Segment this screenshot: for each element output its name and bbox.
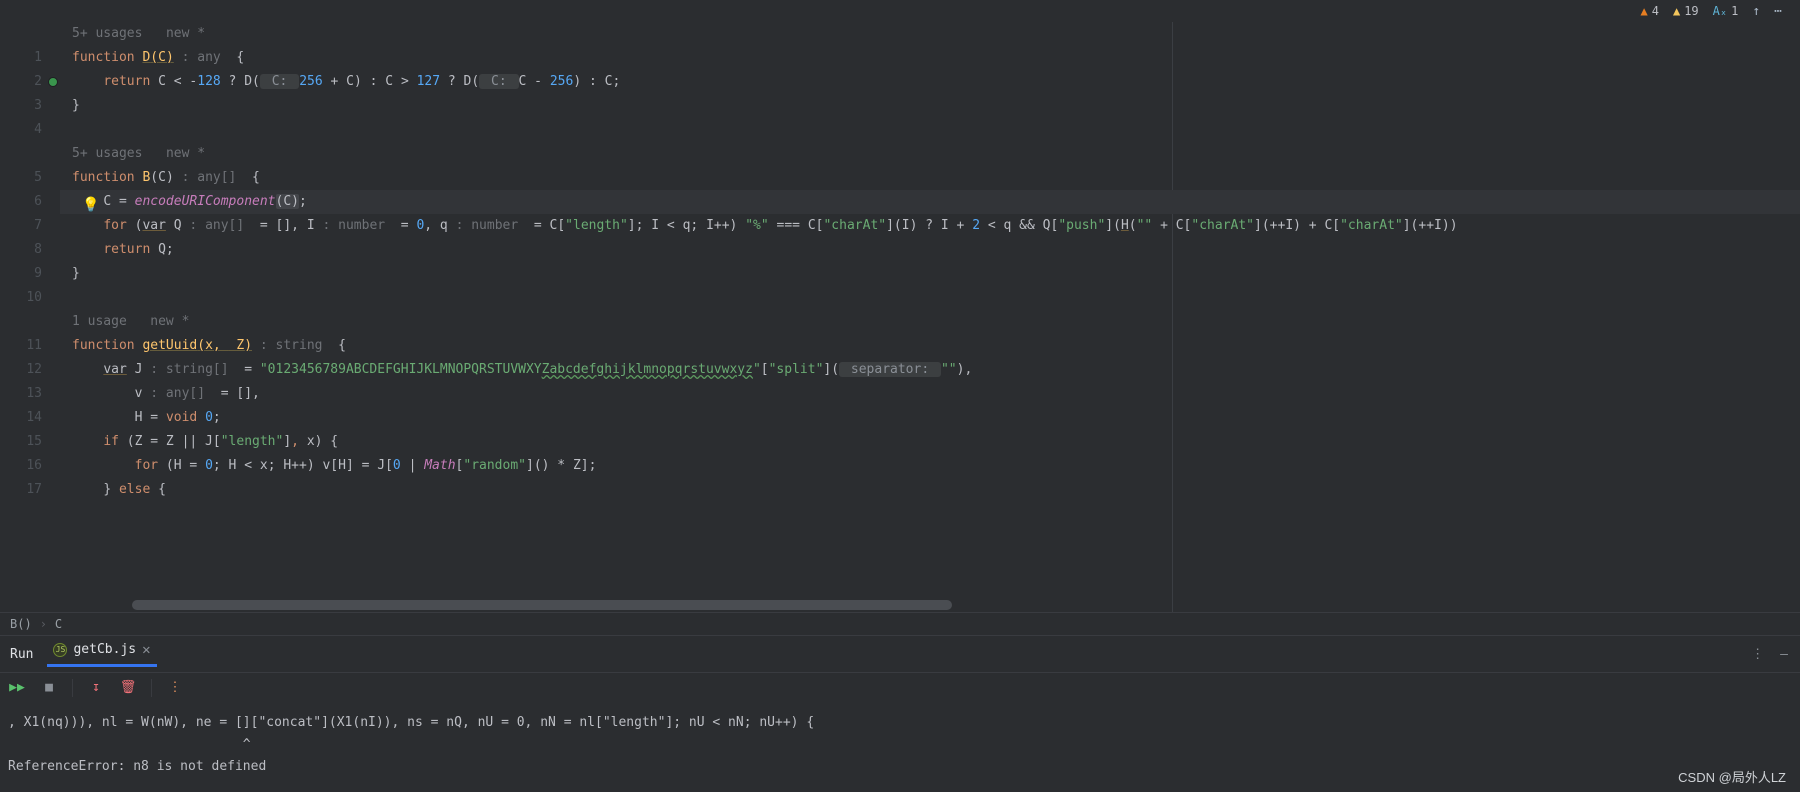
gutter-hint-row <box>0 310 60 334</box>
console-line: ^ <box>8 734 1792 756</box>
run-marker-icon[interactable] <box>48 77 58 87</box>
inlay-hint-row: 5+ usages new * <box>60 22 1800 46</box>
code-line[interactable]: return C < -128 ? D( C: 256 + C) : C > 1… <box>60 70 1800 94</box>
console-error-line: ReferenceError: n8 is not defined <box>8 756 1792 778</box>
typo-icon: Aₓ <box>1713 4 1727 18</box>
code-line[interactable]: function B(C) : any[] { <box>60 166 1800 190</box>
gutter-hint-row <box>0 22 60 46</box>
horizontal-scrollbar[interactable] <box>120 600 1800 612</box>
inspection-error-badge[interactable]: ▲ 4 <box>1641 4 1659 18</box>
inspection-typo-badge[interactable]: Aₓ 1 <box>1713 4 1739 18</box>
gutter-line[interactable]: 16 <box>0 454 60 478</box>
gutter-line[interactable]: 7 <box>0 214 60 238</box>
code-line[interactable]: return Q; <box>60 238 1800 262</box>
typo-count: 1 <box>1731 4 1738 18</box>
gutter-line[interactable]: 4 <box>0 118 60 142</box>
watermark: CSDN @局外人LZ <box>1678 767 1786 786</box>
inlay-hint-row: 1 usage new * <box>60 310 1800 334</box>
gutter-hint-row <box>0 142 60 166</box>
scrollbar-thumb[interactable] <box>132 600 952 610</box>
breadcrumb-sep-icon: › <box>40 612 47 636</box>
inspection-bar: ▲ 4 ▲ 19 Aₓ 1 ↑ ⋯ <box>0 0 1800 22</box>
gutter-line[interactable]: 12 <box>0 358 60 382</box>
stop-button[interactable]: ■ <box>38 677 60 699</box>
toolbar-separator <box>72 679 73 697</box>
console-output[interactable]: , X1(nq))), nl = W(nW), ne = []​["concat… <box>0 702 1800 792</box>
code-line-current[interactable]: 💡 C = encodeURIComponent(C); <box>60 190 1800 214</box>
clear-button[interactable]: 🗑 <box>117 677 139 699</box>
gutter-line[interactable]: 6 <box>0 190 60 214</box>
inspection-more-icon[interactable]: ⋯ <box>1774 4 1782 19</box>
console-line: , X1(nq))), nl = W(nW), ne = []​["concat… <box>8 712 1792 734</box>
gutter-line[interactable]: 10 <box>0 286 60 310</box>
code-line[interactable]: } <box>60 262 1800 286</box>
code-line[interactable]: function getUuid(x, Z) : string { <box>60 334 1800 358</box>
warning-icon: ▲ <box>1673 4 1680 18</box>
code-line[interactable]: } <box>60 94 1800 118</box>
scroll-up-icon[interactable]: ↑ <box>1752 4 1760 19</box>
code-line[interactable]: H = void 0; <box>60 406 1800 430</box>
js-file-icon: JS <box>53 643 67 657</box>
gutter-line[interactable]: 15 <box>0 430 60 454</box>
code-line[interactable]: v : any[] = [], <box>60 382 1800 406</box>
gutter-line[interactable]: 17 <box>0 478 60 502</box>
warn-count: 19 <box>1684 4 1698 18</box>
gutter-line[interactable]: 3 <box>0 94 60 118</box>
code-line[interactable]: for (H = 0; H < x; H++) v[H] = J[0 | Mat… <box>60 454 1800 478</box>
run-toolbar: ▶▶ ■ ↧ 🗑 ⋮ <box>0 672 1800 702</box>
close-tab-icon[interactable]: ✕ <box>142 642 150 658</box>
gutter: 1 2 3 4 5 6 7 8 9 10 11 12 13 14 15 16 1… <box>0 22 60 612</box>
scroll-down-button[interactable]: ↧ <box>85 677 107 699</box>
toolwindow-title[interactable]: Run <box>10 647 33 662</box>
code-line[interactable]: for (var Q : any[] = [], I : number = 0,… <box>60 214 1800 238</box>
breadcrumb: B() › C <box>0 612 1800 636</box>
run-tab-filename: getCb.js <box>73 642 136 657</box>
toolwindow-header: Run JS getCb.js ✕ ⋮ — <box>0 636 1800 672</box>
code-editor[interactable]: 5+ usages new * function D(C) : any { re… <box>60 22 1800 612</box>
code-line[interactable]: } else { <box>60 478 1800 502</box>
gutter-line[interactable]: 9 <box>0 262 60 286</box>
breadcrumb-item[interactable]: C <box>55 612 62 636</box>
gutter-line[interactable]: 5 <box>0 166 60 190</box>
toolwindow-options-icon[interactable]: ⋮ <box>1751 647 1766 662</box>
code-line[interactable]: function D(C) : any { <box>60 46 1800 70</box>
toolbar-more-icon[interactable]: ⋮ <box>164 677 186 699</box>
rerun-button[interactable]: ▶▶ <box>6 677 28 699</box>
editor-area: 1 2 3 4 5 6 7 8 9 10 11 12 13 14 15 16 1… <box>0 22 1800 612</box>
toolbar-separator <box>151 679 152 697</box>
toolwindow-hide-icon[interactable]: — <box>1780 647 1790 662</box>
gutter-line[interactable]: 2 <box>0 70 60 94</box>
gutter-line[interactable]: 11 <box>0 334 60 358</box>
code-line[interactable] <box>60 286 1800 310</box>
code-line[interactable] <box>60 118 1800 142</box>
warning-icon: ▲ <box>1641 4 1648 18</box>
gutter-line[interactable]: 1 <box>0 46 60 70</box>
error-count: 4 <box>1652 4 1659 18</box>
run-tab[interactable]: JS getCb.js ✕ <box>47 642 156 667</box>
code-line[interactable]: if (Z = Z || J["length"], x) { <box>60 430 1800 454</box>
breadcrumb-item[interactable]: B() <box>10 612 32 636</box>
gutter-line[interactable]: 8 <box>0 238 60 262</box>
inspection-warn-badge[interactable]: ▲ 19 <box>1673 4 1699 18</box>
gutter-line[interactable]: 14 <box>0 406 60 430</box>
inlay-hint-row: 5+ usages new * <box>60 142 1800 166</box>
gutter-line[interactable]: 13 <box>0 382 60 406</box>
code-line[interactable]: var J : string[] = "0123456789ABCDEFGHIJ… <box>60 358 1800 382</box>
run-tool-window: Run JS getCb.js ✕ ⋮ — ▶▶ ■ ↧ 🗑 ⋮ , X1(nq… <box>0 636 1800 792</box>
